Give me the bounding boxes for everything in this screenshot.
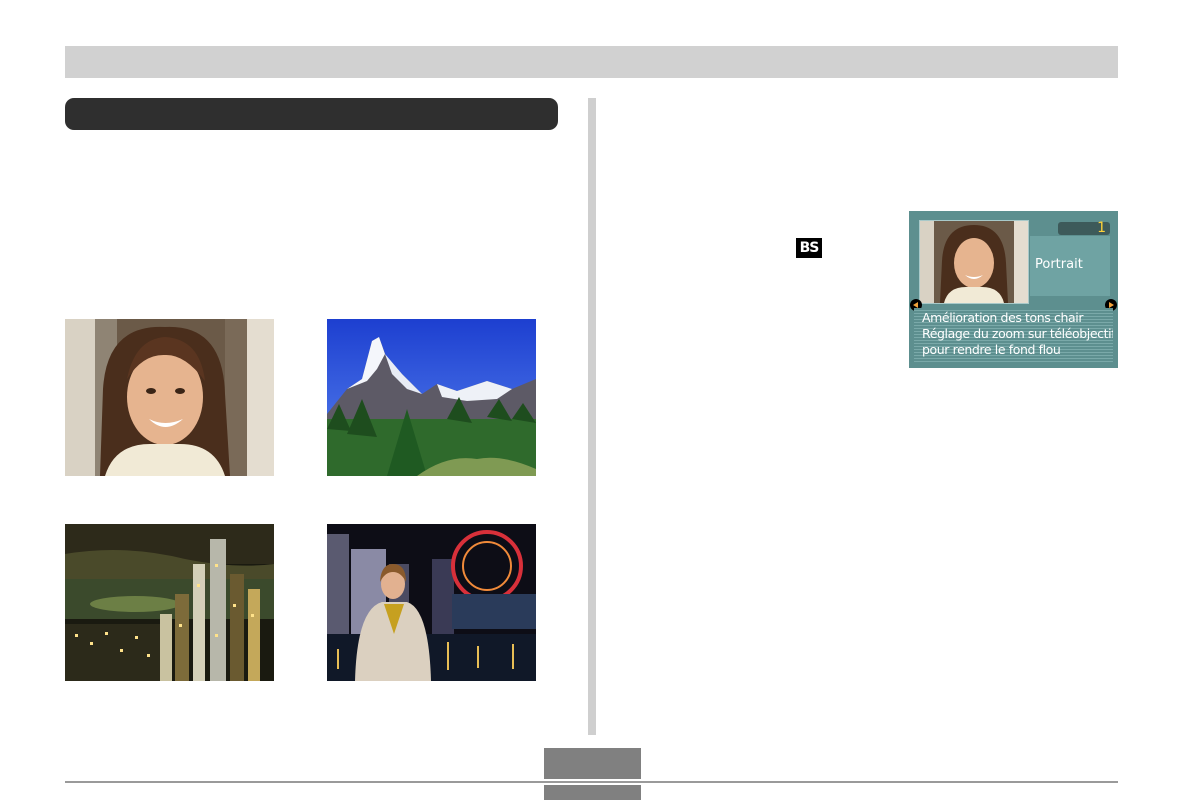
lcd-description-line: Réglage du zoom sur téléobjectif [922, 326, 1113, 341]
camera-lcd-screen: 1 Portrait Amélioration des tons chair R… [909, 211, 1118, 368]
lcd-thumbnail [919, 220, 1029, 304]
lcd-counter: 1 [1097, 220, 1106, 236]
bs-mode-icon: BS [796, 238, 822, 258]
header-bar [65, 46, 1118, 78]
footer-rule [65, 781, 1118, 783]
portrait-photo [65, 319, 274, 476]
night-portrait-photo [327, 524, 536, 681]
lcd-description: Amélioration des tons chair Réglage du z… [914, 308, 1113, 363]
lcd-description-line: pour rendre le fond flou [922, 342, 1061, 357]
section-title-bar [65, 98, 558, 130]
lcd-mode-label: Portrait [1035, 257, 1083, 272]
page-number-tab-bottom [544, 785, 641, 800]
lcd-description-line: Amélioration des tons chair [922, 310, 1084, 325]
landscape-photo [327, 319, 536, 476]
night-city-photo [65, 524, 274, 681]
page-number-tab [544, 748, 641, 779]
column-divider [588, 98, 596, 735]
